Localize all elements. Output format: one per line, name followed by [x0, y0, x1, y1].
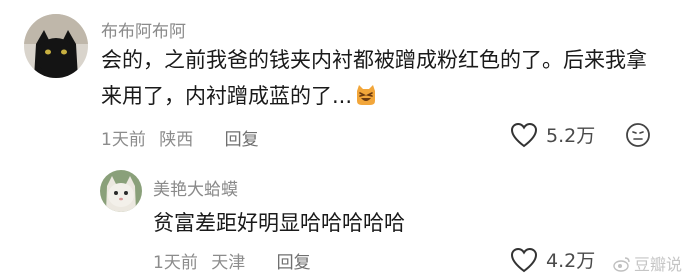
like-count: 4.2万	[546, 250, 596, 272]
reply-button[interactable]: 回复	[277, 253, 311, 273]
laughing-cat-emoji-icon	[357, 85, 376, 105]
comment-location: 天津	[211, 253, 246, 273]
comment-text: 会的，之前我爸的钱夹内衬都被蹭成粉红色的了。后来我拿来用了，内衬蹭成蓝的了...	[101, 42, 649, 114]
username[interactable]: 美艳大蛤蟆	[153, 175, 238, 200]
black-cat-avatar-icon	[24, 14, 88, 78]
username[interactable]: 布布阿布阿	[101, 17, 186, 42]
user-avatar[interactable]	[100, 170, 142, 212]
emoji-reaction-icon[interactable]	[625, 122, 651, 148]
watermark-text: 豆瓣说	[633, 255, 682, 274]
white-cat-avatar-icon	[100, 170, 142, 212]
heart-icon[interactable]	[510, 247, 538, 273]
comment-location: 陕西	[159, 130, 194, 150]
comment-text: 贫富差距好明显哈哈哈哈哈	[153, 211, 405, 235]
comment-actions: 4.2万	[510, 246, 595, 273]
heart-icon[interactable]	[510, 122, 538, 148]
reply-button[interactable]: 回复	[225, 130, 259, 150]
like-count: 5.2万	[546, 125, 596, 147]
comment-meta: 1天前 天津 回复	[153, 248, 319, 273]
comment-item: 布布阿布阿 会的，之前我爸的钱夹内衬都被蹭成粉红色的了。后来我拿来用了，内衬蹭成…	[0, 0, 690, 160]
comment-meta: 1天前 陕西 回复	[101, 125, 267, 150]
comment-time: 1天前	[101, 130, 146, 150]
weibo-logo-icon	[613, 257, 630, 272]
comment-actions: 5.2万	[510, 121, 651, 148]
watermark: 豆瓣说	[613, 251, 682, 275]
comment-time: 1天前	[153, 253, 198, 273]
user-avatar[interactable]	[24, 14, 88, 78]
reply-item: 美艳大蛤蟆 贫富差距好明显哈哈哈哈哈 1天前 天津 回复 4.2万	[0, 160, 690, 279]
